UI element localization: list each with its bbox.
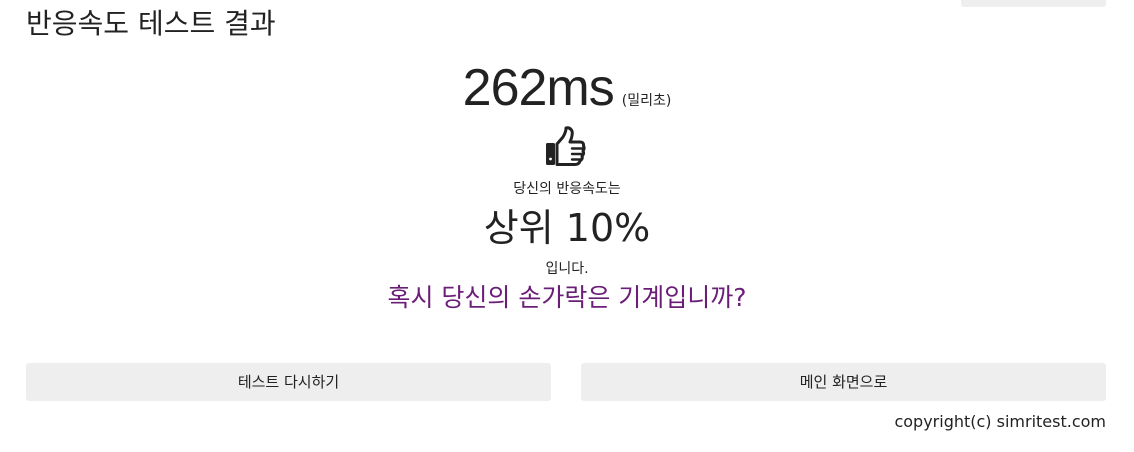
reaction-time-unit: (밀리초)	[621, 93, 672, 109]
page-title: 반응속도 테스트 결과	[26, 7, 276, 40]
retry-test-button[interactable]: 테스트 다시하기	[26, 363, 551, 401]
result-intro-text: 당신의 반응속도는	[513, 181, 621, 197]
top-button-stub[interactable]	[961, 0, 1106, 7]
result-page: 반응속도 테스트 결과 262ms (밀리초) 당신의 반응속도는 상위 10% …	[0, 0, 1134, 452]
thumbs-up-icon	[544, 126, 586, 168]
go-main-button[interactable]: 메인 화면으로	[581, 363, 1106, 401]
reaction-time-value: 262ms	[462, 59, 615, 117]
result-outro-text: 입니다.	[545, 261, 589, 277]
result-rank: 상위 10%	[483, 206, 651, 250]
copyright-text: copyright(c) simritest.com	[894, 412, 1106, 431]
reaction-time-display: 262ms (밀리초)	[0, 58, 1134, 131]
result-comment: 혹시 당신의 손가락은 기계입니까?	[387, 283, 747, 312]
